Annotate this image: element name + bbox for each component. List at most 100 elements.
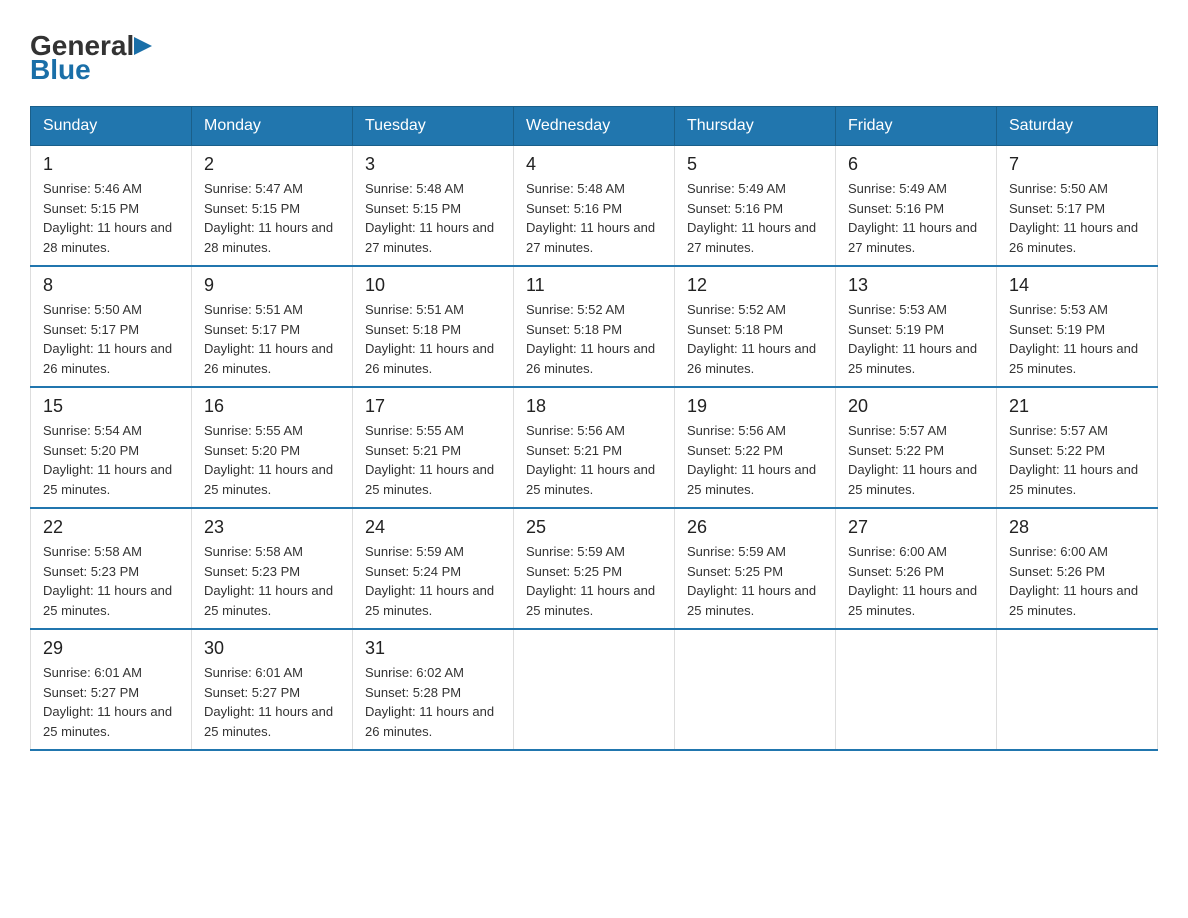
calendar-cell: 28 Sunrise: 6:00 AMSunset: 5:26 PMDayligh… [997,508,1158,629]
calendar-cell: 20 Sunrise: 5:57 AMSunset: 5:22 PMDayligh… [836,387,997,508]
calendar-week-row: 22 Sunrise: 5:58 AMSunset: 5:23 PMDayligh… [31,508,1158,629]
calendar-cell: 14 Sunrise: 5:53 AMSunset: 5:19 PMDayligh… [997,266,1158,387]
calendar-cell: 11 Sunrise: 5:52 AMSunset: 5:18 PMDayligh… [514,266,675,387]
weekday-header-thursday: Thursday [675,107,836,146]
logo: General Blue [30,30,152,86]
day-number: 11 [526,275,662,296]
day-number: 20 [848,396,984,417]
day-info: Sunrise: 5:59 AMSunset: 5:25 PMDaylight:… [526,542,662,620]
day-info: Sunrise: 5:56 AMSunset: 5:22 PMDaylight:… [687,421,823,499]
page-header: General Blue [30,30,1158,86]
day-number: 14 [1009,275,1145,296]
weekday-header-wednesday: Wednesday [514,107,675,146]
day-info: Sunrise: 5:53 AMSunset: 5:19 PMDaylight:… [848,300,984,378]
day-number: 30 [204,638,340,659]
day-number: 18 [526,396,662,417]
calendar-cell: 19 Sunrise: 5:56 AMSunset: 5:22 PMDayligh… [675,387,836,508]
calendar-cell [997,629,1158,750]
day-info: Sunrise: 5:55 AMSunset: 5:21 PMDaylight:… [365,421,501,499]
day-number: 29 [43,638,179,659]
day-number: 10 [365,275,501,296]
day-number: 28 [1009,517,1145,538]
day-number: 24 [365,517,501,538]
day-number: 5 [687,154,823,175]
calendar-cell [514,629,675,750]
day-number: 17 [365,396,501,417]
day-info: Sunrise: 5:52 AMSunset: 5:18 PMDaylight:… [687,300,823,378]
day-info: Sunrise: 5:51 AMSunset: 5:17 PMDaylight:… [204,300,340,378]
calendar-cell: 15Sunrise: 5:54 AMSunset: 5:20 PMDayligh… [31,387,192,508]
calendar-cell: 18 Sunrise: 5:56 AMSunset: 5:21 PMDayligh… [514,387,675,508]
day-number: 15 [43,396,179,417]
day-number: 27 [848,517,984,538]
day-number: 21 [1009,396,1145,417]
calendar-cell: 26Sunrise: 5:59 AMSunset: 5:25 PMDayligh… [675,508,836,629]
calendar-cell: 6 Sunrise: 5:49 AMSunset: 5:16 PMDaylight… [836,146,997,267]
calendar-header-row: SundayMondayTuesdayWednesdayThursdayFrid… [31,107,1158,146]
day-number: 25 [526,517,662,538]
day-info: Sunrise: 6:02 AMSunset: 5:28 PMDaylight:… [365,663,501,741]
day-info: Sunrise: 5:57 AMSunset: 5:22 PMDaylight:… [848,421,984,499]
calendar-cell: 2Sunrise: 5:47 AMSunset: 5:15 PMDaylight… [192,146,353,267]
day-number: 6 [848,154,984,175]
weekday-header-saturday: Saturday [997,107,1158,146]
day-number: 4 [526,154,662,175]
day-number: 8 [43,275,179,296]
day-info: Sunrise: 5:48 AMSunset: 5:15 PMDaylight:… [365,179,501,257]
logo-blue-text: Blue [30,54,91,85]
day-number: 22 [43,517,179,538]
calendar-cell: 22 Sunrise: 5:58 AMSunset: 5:23 PMDayligh… [31,508,192,629]
day-number: 12 [687,275,823,296]
day-info: Sunrise: 5:52 AMSunset: 5:18 PMDaylight:… [526,300,662,378]
calendar-cell: 3 Sunrise: 5:48 AMSunset: 5:15 PMDaylight… [353,146,514,267]
calendar-cell: 7 Sunrise: 5:50 AMSunset: 5:17 PMDaylight… [997,146,1158,267]
day-number: 7 [1009,154,1145,175]
day-info: Sunrise: 6:00 AMSunset: 5:26 PMDaylight:… [848,542,984,620]
calendar-cell: 24 Sunrise: 5:59 AMSunset: 5:24 PMDayligh… [353,508,514,629]
day-info: Sunrise: 6:00 AMSunset: 5:26 PMDaylight:… [1009,542,1145,620]
calendar-cell: 9 Sunrise: 5:51 AMSunset: 5:17 PMDaylight… [192,266,353,387]
day-number: 13 [848,275,984,296]
calendar-week-row: 29 Sunrise: 6:01 AMSunset: 5:27 PMDayligh… [31,629,1158,750]
calendar-cell: 30 Sunrise: 6:01 AMSunset: 5:27 PMDayligh… [192,629,353,750]
calendar-week-row: 15Sunrise: 5:54 AMSunset: 5:20 PMDayligh… [31,387,1158,508]
weekday-header-friday: Friday [836,107,997,146]
calendar-cell: 21 Sunrise: 5:57 AMSunset: 5:22 PMDayligh… [997,387,1158,508]
day-info: Sunrise: 5:58 AMSunset: 5:23 PMDaylight:… [204,542,340,620]
day-info: Sunrise: 6:01 AMSunset: 5:27 PMDaylight:… [43,663,179,741]
logo-arrow-icon [134,37,152,55]
calendar-cell: 27 Sunrise: 6:00 AMSunset: 5:26 PMDayligh… [836,508,997,629]
calendar-cell: 23 Sunrise: 5:58 AMSunset: 5:23 PMDayligh… [192,508,353,629]
day-info: Sunrise: 5:59 AMSunset: 5:24 PMDaylight:… [365,542,501,620]
day-number: 16 [204,396,340,417]
day-number: 19 [687,396,823,417]
weekday-header-sunday: Sunday [31,107,192,146]
day-info: Sunrise: 5:53 AMSunset: 5:19 PMDaylight:… [1009,300,1145,378]
calendar-table: SundayMondayTuesdayWednesdayThursdayFrid… [30,106,1158,751]
day-number: 31 [365,638,501,659]
calendar-cell [836,629,997,750]
calendar-cell: 17 Sunrise: 5:55 AMSunset: 5:21 PMDayligh… [353,387,514,508]
day-number: 3 [365,154,501,175]
day-info: Sunrise: 5:57 AMSunset: 5:22 PMDaylight:… [1009,421,1145,499]
calendar-week-row: 1 Sunrise: 5:46 AMSunset: 5:15 PMDaylight… [31,146,1158,267]
calendar-week-row: 8 Sunrise: 5:50 AMSunset: 5:17 PMDaylight… [31,266,1158,387]
day-number: 1 [43,154,179,175]
day-info: Sunrise: 5:46 AMSunset: 5:15 PMDaylight:… [43,179,179,257]
day-info: Sunrise: 6:01 AMSunset: 5:27 PMDaylight:… [204,663,340,741]
weekday-header-monday: Monday [192,107,353,146]
day-number: 2 [204,154,340,175]
day-number: 26 [687,517,823,538]
day-info: Sunrise: 5:49 AMSunset: 5:16 PMDaylight:… [848,179,984,257]
day-number: 9 [204,275,340,296]
day-info: Sunrise: 5:56 AMSunset: 5:21 PMDaylight:… [526,421,662,499]
day-info: Sunrise: 5:58 AMSunset: 5:23 PMDaylight:… [43,542,179,620]
day-info: Sunrise: 5:50 AMSunset: 5:17 PMDaylight:… [43,300,179,378]
day-info: Sunrise: 5:48 AMSunset: 5:16 PMDaylight:… [526,179,662,257]
day-info: Sunrise: 5:50 AMSunset: 5:17 PMDaylight:… [1009,179,1145,257]
day-number: 23 [204,517,340,538]
day-info: Sunrise: 5:55 AMSunset: 5:20 PMDaylight:… [204,421,340,499]
calendar-cell: 4 Sunrise: 5:48 AMSunset: 5:16 PMDaylight… [514,146,675,267]
calendar-cell: 12 Sunrise: 5:52 AMSunset: 5:18 PMDayligh… [675,266,836,387]
weekday-header-tuesday: Tuesday [353,107,514,146]
